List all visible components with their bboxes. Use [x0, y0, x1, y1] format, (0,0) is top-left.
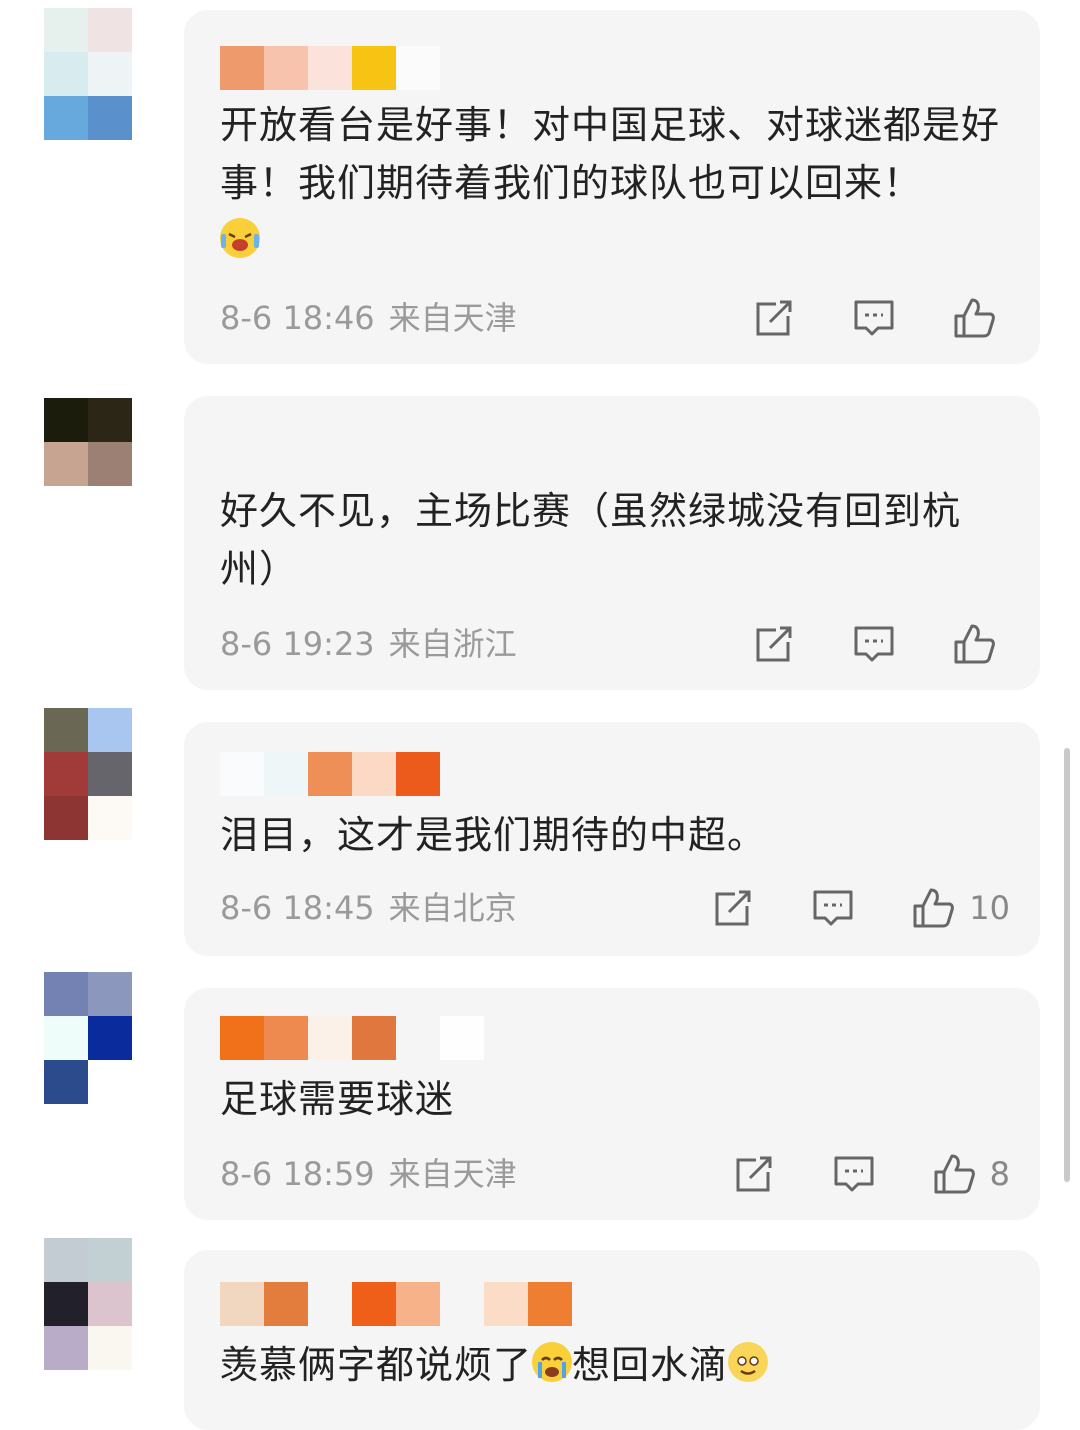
timestamp: 8-6 19:23 [220, 625, 375, 663]
avatar[interactable] [44, 8, 132, 140]
thumbs-up-icon [934, 1154, 975, 1194]
timestamp: 8-6 18:46 [220, 299, 375, 337]
comment-actions [752, 296, 1010, 340]
location: 来自天津 [388, 1155, 517, 1193]
like-count: 10 [969, 889, 1010, 927]
comment-card: 开放看台是好事！对中国足球、对球迷都是好事！我们期待着我们的球队也可以回来！ 8… [184, 10, 1040, 364]
comment-text: 好久不见，主场比赛（虽然绿城没有回到杭州） [220, 489, 962, 591]
avatar[interactable] [44, 1238, 132, 1370]
username[interactable] [220, 1016, 484, 1060]
reply-button[interactable] [811, 886, 855, 930]
username[interactable] [220, 752, 440, 796]
timestamp: 8-6 18:59 [220, 1155, 375, 1193]
like-button[interactable]: 8 [932, 1152, 1010, 1196]
comment-text: 泪目，这才是我们期待的中超。 [220, 813, 767, 857]
location: 来自北京 [388, 889, 517, 927]
thumbs-up-icon [954, 298, 995, 338]
comment-meta: 8-6 18:45 来自北京 [220, 888, 517, 928]
username[interactable] [220, 1282, 572, 1326]
avatar[interactable] [44, 972, 132, 1104]
comment-actions: 10 [711, 886, 1010, 930]
username[interactable] [220, 46, 440, 90]
comment-meta: 8-6 18:59 来自天津 [220, 1154, 517, 1194]
thumbs-up-icon [954, 624, 995, 664]
comment-icon [834, 1156, 874, 1192]
like-count: 8 [989, 1155, 1010, 1193]
laughing-crying-emoji [220, 218, 260, 258]
timestamp: 8-6 18:45 [220, 889, 375, 927]
share-icon [756, 300, 792, 336]
comment-text: 羡慕俩字都说烦了 想回水滴 [220, 1336, 1020, 1394]
avatar[interactable] [44, 398, 132, 530]
scrollbar[interactable] [1064, 748, 1070, 1182]
comment-card: 好久不见，主场比赛（虽然绿城没有回到杭州） 8-6 19:23 来自浙江 [184, 396, 1040, 690]
share-icon [736, 1156, 772, 1192]
like-button[interactable] [952, 622, 1010, 666]
crying-emoji [532, 1342, 573, 1382]
share-button[interactable] [752, 296, 796, 340]
comment-icon [813, 890, 853, 926]
like-button[interactable]: 10 [911, 886, 1010, 930]
share-icon [715, 890, 751, 926]
reply-button[interactable] [852, 622, 896, 666]
comment-actions [752, 622, 1010, 666]
comment-card: 泪目，这才是我们期待的中超。 8-6 18:45 来自北京 10 [184, 722, 1040, 956]
location: 来自浙江 [388, 625, 517, 663]
smiling-emoji [728, 1342, 769, 1382]
thumbs-up-icon [913, 888, 955, 928]
comment-card: 足球需要球迷 8-6 18:59 来自天津 8 [184, 988, 1040, 1220]
location: 来自天津 [388, 299, 517, 337]
like-button[interactable] [952, 296, 1010, 340]
share-icon [756, 626, 792, 662]
comment-meta: 8-6 19:23 来自浙江 [220, 624, 517, 664]
comment-meta: 8-6 18:46 来自天津 [220, 298, 517, 338]
share-button[interactable] [732, 1152, 776, 1196]
share-button[interactable] [752, 622, 796, 666]
reply-button[interactable] [832, 1152, 876, 1196]
avatar[interactable] [44, 708, 132, 840]
reply-button[interactable] [852, 296, 896, 340]
comment-text: 足球需要球迷 [220, 1077, 455, 1121]
share-button[interactable] [711, 886, 755, 930]
comment-text: 开放看台是好事！对中国足球、对球迷都是好事！我们期待着我们的球队也可以回来！ [220, 96, 1020, 270]
comment-icon [854, 626, 894, 662]
comment-actions: 8 [732, 1152, 1010, 1196]
comment-icon [854, 300, 894, 336]
comment-card: 羡慕俩字都说烦了 想回水滴 [184, 1250, 1040, 1430]
